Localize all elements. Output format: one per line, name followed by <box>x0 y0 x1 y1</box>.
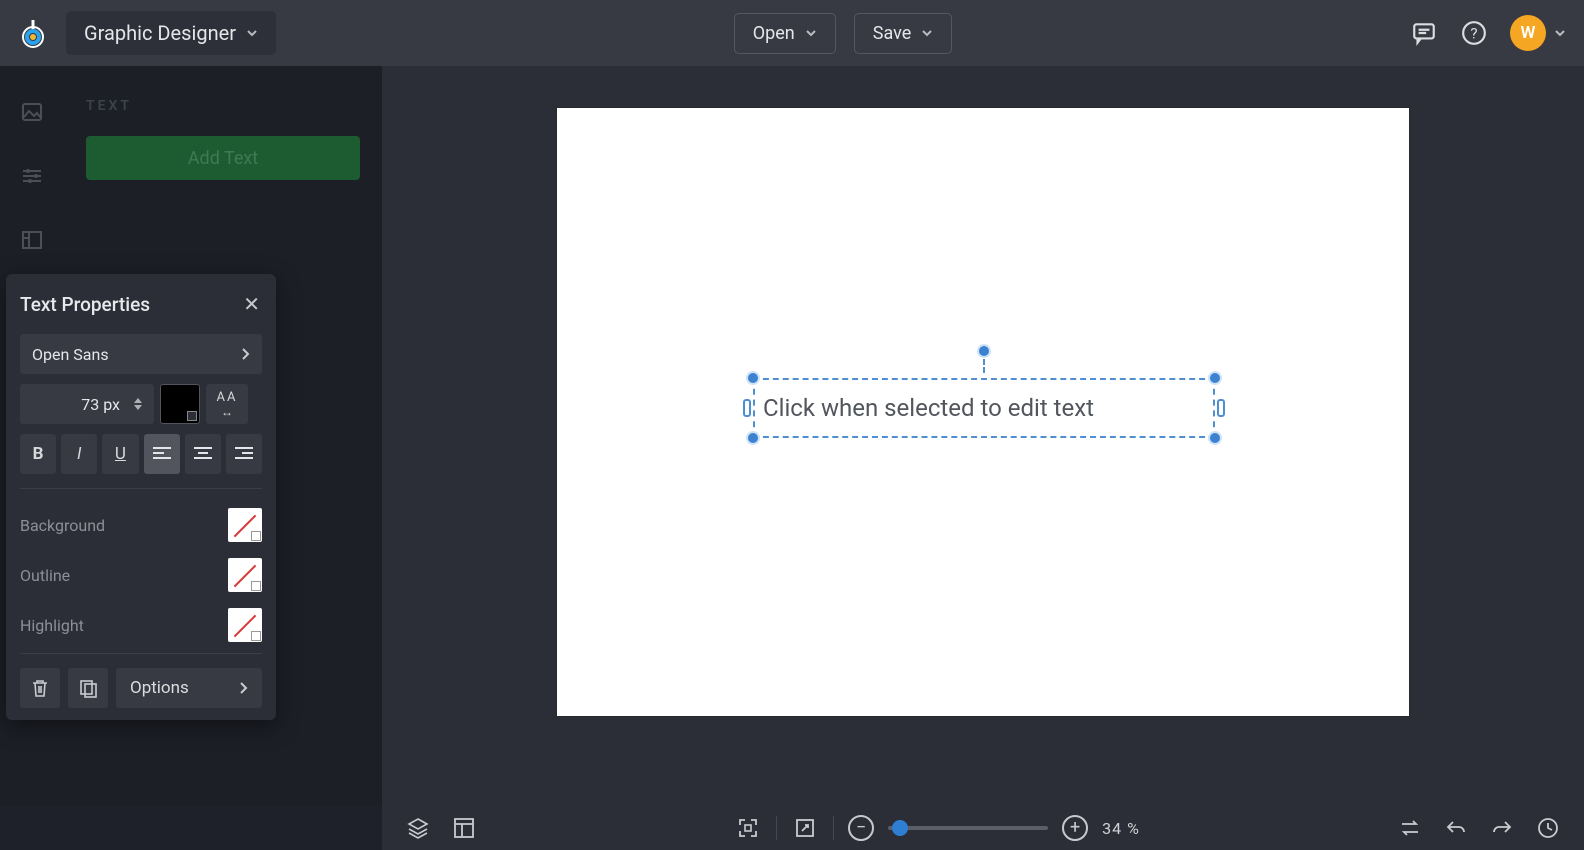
save-label: Save <box>873 23 912 44</box>
resize-handle-left[interactable] <box>743 399 751 417</box>
history-icon[interactable] <box>1534 814 1562 842</box>
highlight-label: Highlight <box>20 616 84 635</box>
underline-button[interactable]: U <box>102 434 138 474</box>
open-button[interactable]: Open <box>734 13 836 54</box>
bold-button[interactable]: B <box>20 434 56 474</box>
resize-handle-right[interactable] <box>1217 399 1225 417</box>
resize-handle-tr[interactable] <box>1208 371 1222 385</box>
duplicate-button[interactable] <box>68 668 108 708</box>
font-family-select[interactable]: Open Sans <box>20 334 262 374</box>
save-button[interactable]: Save <box>854 13 953 54</box>
top-bar: Graphic Designer Open Save ? W <box>0 0 1584 66</box>
highlight-color-swatch[interactable] <box>228 608 262 642</box>
background-color-swatch[interactable] <box>228 508 262 542</box>
chevron-down-icon <box>805 27 817 39</box>
text-element[interactable]: Click when selected to edit text <box>753 378 1215 438</box>
delete-button[interactable] <box>20 668 60 708</box>
zoom-slider[interactable] <box>888 826 1048 830</box>
svg-text:?: ? <box>1470 24 1477 42</box>
image-tool-icon[interactable] <box>18 98 46 126</box>
artboard[interactable]: Click when selected to edit text <box>557 108 1409 716</box>
add-text-button[interactable]: Add Text <box>86 136 360 180</box>
resize-handle-tl[interactable] <box>746 371 760 385</box>
options-button[interactable]: Options <box>116 668 262 708</box>
rotate-handle[interactable] <box>977 344 991 358</box>
text-color-swatch[interactable] <box>160 384 200 424</box>
bottom-bar: − + 34 % <box>382 806 1584 850</box>
chevron-down-icon <box>921 27 933 39</box>
swap-icon[interactable] <box>1396 814 1424 842</box>
section-label: TEXT <box>86 98 360 114</box>
resize-handle-br[interactable] <box>1208 431 1222 445</box>
chevron-right-icon <box>238 681 248 695</box>
outline-color-swatch[interactable] <box>228 558 262 592</box>
open-label: Open <box>753 23 795 44</box>
chevron-down-icon <box>1554 27 1566 39</box>
avatar: W <box>1510 15 1546 51</box>
comments-icon[interactable] <box>1410 19 1438 47</box>
panel-title: Text Properties <box>20 293 150 316</box>
app-title-label: Graphic Designer <box>84 21 236 45</box>
chevron-right-icon <box>240 347 250 361</box>
align-right-button[interactable] <box>226 434 262 474</box>
close-icon[interactable]: ✕ <box>243 292 260 316</box>
background-label: Background <box>20 516 105 535</box>
zoom-in-button[interactable]: + <box>1062 815 1088 841</box>
template-icon[interactable] <box>450 814 478 842</box>
layout-tool-icon[interactable] <box>18 226 46 254</box>
size-stepper[interactable] <box>134 398 142 410</box>
resize-handle-bl[interactable] <box>746 431 760 445</box>
letter-spacing-button[interactable]: AA ↔ <box>206 384 248 424</box>
zoom-percent: 34 % <box>1102 819 1140 838</box>
canvas-area[interactable]: Click when selected to edit text <box>382 66 1584 806</box>
text-content[interactable]: Click when selected to edit text <box>763 394 1205 422</box>
zoom-slider-knob[interactable] <box>892 820 908 836</box>
chevron-down-icon <box>246 27 258 39</box>
app-title-dropdown[interactable]: Graphic Designer <box>66 11 276 55</box>
outline-label: Outline <box>20 566 70 585</box>
zoom-out-button[interactable]: − <box>848 815 874 841</box>
align-center-button[interactable] <box>185 434 221 474</box>
undo-icon[interactable] <box>1442 814 1470 842</box>
account-menu[interactable]: W <box>1510 15 1566 51</box>
redo-icon[interactable] <box>1488 814 1516 842</box>
align-left-button[interactable] <box>144 434 180 474</box>
actual-size-icon[interactable] <box>791 814 819 842</box>
help-icon[interactable]: ? <box>1460 19 1488 47</box>
adjust-tool-icon[interactable] <box>18 162 46 190</box>
app-logo[interactable] <box>18 18 48 48</box>
font-size-input[interactable]: 73 px <box>20 384 154 424</box>
fit-screen-icon[interactable] <box>734 814 762 842</box>
layers-icon[interactable] <box>404 814 432 842</box>
italic-button[interactable]: I <box>61 434 97 474</box>
text-properties-panel: Text Properties ✕ Open Sans 73 px AA ↔ B… <box>6 274 276 720</box>
